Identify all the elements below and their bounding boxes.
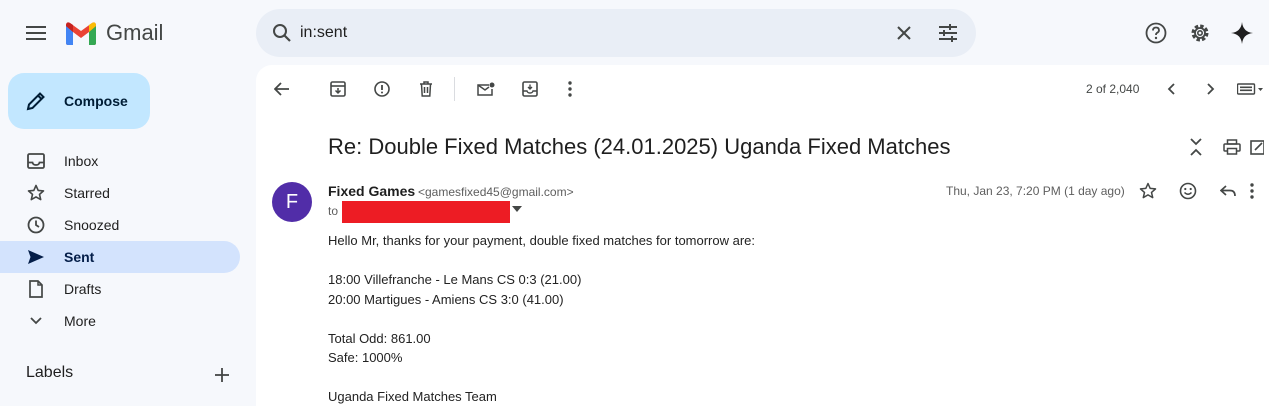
compose-label: Compose (64, 93, 128, 109)
sidebar-item-label: Snoozed (64, 217, 120, 233)
open-new-window-button[interactable] (1250, 127, 1269, 167)
trash-icon (420, 81, 432, 97)
body-line: 20:00 Martigues - Amiens CS 3:0 (41.00) (328, 291, 564, 307)
body-line: Uganda Fixed Matches Team (328, 389, 497, 404)
clear-search-button[interactable] (884, 13, 924, 53)
tune-icon (939, 24, 957, 42)
sidebar-item-label: Starred (64, 185, 110, 201)
more-vert-icon (1250, 183, 1254, 199)
sidebar-item-drafts[interactable]: Drafts (0, 273, 240, 305)
compose-button[interactable]: Compose (8, 73, 150, 129)
inbox-icon (26, 151, 46, 171)
email-body: Hello Mr, thanks for your payment, doubl… (328, 231, 755, 406)
chevron-down-icon (26, 311, 46, 331)
keyboard-icon (1237, 83, 1263, 95)
sidebar-item-label: Drafts (64, 281, 102, 297)
gemini-button[interactable] (1222, 13, 1262, 53)
search-icon (273, 24, 291, 42)
sender-email: <gamesfixed45@gmail.com> (418, 185, 574, 199)
labels-heading: Labels (26, 364, 74, 381)
sidebar-item-snoozed[interactable]: Snoozed (0, 209, 240, 241)
draft-icon (26, 279, 46, 299)
reply-button[interactable] (1208, 171, 1248, 211)
email-date: Thu, Jan 23, 7:20 PM (1 day ago) (946, 184, 1125, 198)
newer-button[interactable] (1151, 69, 1191, 109)
gmail-m-icon (66, 22, 96, 45)
expand-all-button[interactable] (1176, 127, 1216, 167)
mark-unread-button[interactable] (466, 69, 506, 109)
body-line (328, 368, 755, 388)
archive-icon (330, 81, 346, 97)
body-line: 18:00 Villefranche - Le Mans CS 0:3 (21.… (328, 272, 582, 287)
chevron-left-icon (1167, 83, 1175, 95)
create-label-button[interactable] (202, 355, 242, 395)
gmail-logo-text: Gmail (106, 20, 164, 45)
pencil-icon (26, 92, 45, 111)
back-button[interactable] (262, 69, 302, 109)
older-button[interactable] (1191, 69, 1231, 109)
hamburger-icon (26, 26, 46, 40)
add-reaction-button[interactable] (1168, 171, 1208, 211)
print-icon (1223, 139, 1241, 155)
emoji-icon (1179, 182, 1197, 200)
sidebar-item-label: Inbox (64, 153, 99, 169)
input-tools-button[interactable] (1231, 69, 1269, 109)
more-options-button[interactable] (550, 69, 590, 109)
mark-unread-icon (477, 82, 495, 96)
print-button[interactable] (1212, 127, 1252, 167)
star-icon (26, 183, 46, 203)
body-line (328, 309, 755, 329)
close-icon (897, 26, 911, 40)
gemini-sparkle-icon (1231, 22, 1253, 44)
body-line: Total Odd: 861.00 (328, 330, 431, 346)
reply-icon (1220, 185, 1236, 197)
more-vert-icon (568, 81, 572, 97)
star-icon (1139, 182, 1157, 199)
sidebar-item-label: Sent (64, 249, 95, 265)
search-input[interactable] (300, 21, 860, 45)
recipient-label: to (328, 204, 339, 218)
sender-name[interactable]: Fixed Games (328, 183, 415, 199)
main-menu-button[interactable] (16, 13, 56, 53)
move-to-inbox-icon (522, 81, 538, 97)
redacted-recipient (342, 201, 510, 223)
settings-button[interactable] (1180, 13, 1220, 53)
search-button[interactable] (262, 13, 302, 53)
delete-button[interactable] (406, 69, 446, 109)
gear-icon (1191, 24, 1209, 42)
body-line: Hello Mr, thanks for your payment, doubl… (328, 233, 756, 248)
search-bar[interactable] (256, 9, 976, 57)
pagination-count: 2 of 2,040 (1086, 82, 1140, 96)
archive-button[interactable] (318, 69, 358, 109)
sidebar-item-label: More (64, 313, 96, 329)
new-window-icon (1250, 140, 1264, 155)
body-line (328, 251, 755, 271)
sidebar-item-starred[interactable]: Starred (0, 177, 240, 209)
email-view: 2 of 2,040 Re: Double Fixed Matches (24.… (256, 65, 1269, 406)
report-icon (374, 81, 390, 97)
sidebar-item-inbox[interactable]: Inbox (0, 145, 240, 177)
clock-icon (26, 215, 46, 235)
plus-icon (215, 368, 229, 382)
toolbar-divider (454, 77, 455, 101)
search-options-button[interactable] (928, 13, 968, 53)
unfold-icon (1190, 138, 1202, 156)
body-line: Safe: 1000% (328, 350, 403, 365)
chevron-right-icon (1207, 83, 1215, 95)
star-button[interactable] (1128, 171, 1168, 211)
show-details-icon[interactable] (512, 206, 522, 212)
send-icon (26, 247, 46, 267)
report-spam-button[interactable] (362, 69, 402, 109)
arrow-left-icon (274, 82, 289, 96)
gmail-logo[interactable]: Gmail (64, 20, 163, 46)
sidebar-item-more[interactable]: More (0, 305, 240, 337)
sender-avatar[interactable]: F (272, 182, 312, 222)
help-icon (1145, 22, 1167, 44)
move-to-button[interactable] (510, 69, 550, 109)
sidebar-item-sent[interactable]: Sent (0, 241, 240, 273)
help-button[interactable] (1136, 13, 1176, 53)
message-more-button[interactable] (1250, 171, 1269, 211)
email-subject: Re: Double Fixed Matches (24.01.2025) Ug… (328, 134, 951, 159)
